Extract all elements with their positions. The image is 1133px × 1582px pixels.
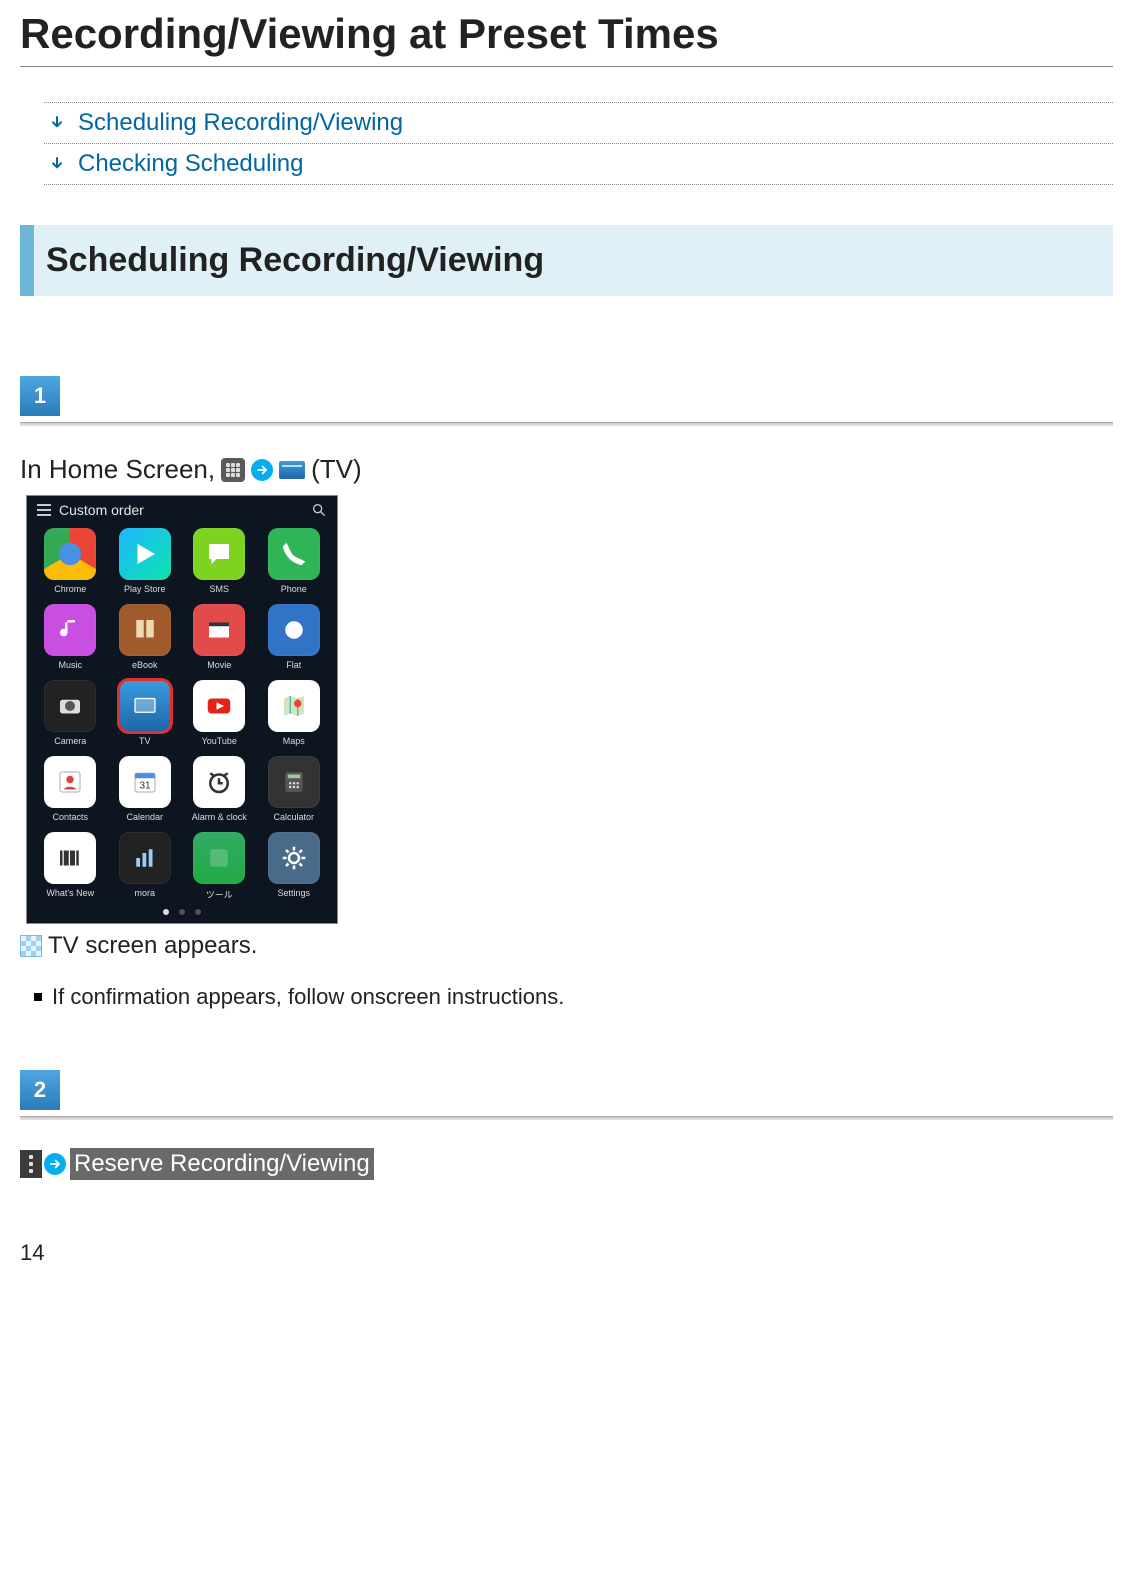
instr-suffix: (TV) xyxy=(311,454,362,485)
svg-text:31: 31 xyxy=(139,780,151,791)
app-label: ツール xyxy=(206,888,233,901)
app-label: eBook xyxy=(132,660,158,670)
section-header-scheduling: Scheduling Recording/Viewing xyxy=(20,225,1113,296)
search-icon xyxy=(311,502,327,518)
kebab-menu-icon xyxy=(20,1150,42,1178)
step1-result: TV screen appears. xyxy=(20,932,1113,960)
phone-screenshot: Custom order Chrome Play Store SMS Phone… xyxy=(26,495,338,924)
result-text: TV screen appears. xyxy=(48,932,257,960)
app-contacts: Contacts xyxy=(33,756,108,822)
app-calendar: 31 Calendar xyxy=(108,756,183,822)
app-label: Camera xyxy=(54,736,86,746)
toc-link-label: Scheduling Recording/Viewing xyxy=(78,109,403,137)
app-maps: Maps xyxy=(257,680,332,746)
app-label: Settings xyxy=(277,888,310,898)
app-chrome: Chrome xyxy=(33,528,108,594)
reserve-label: Reserve Recording/Viewing xyxy=(70,1148,374,1180)
app-label: What's New xyxy=(46,888,94,898)
note-item: If confirmation appears, follow onscreen… xyxy=(34,984,1113,1010)
app-flat: Flat xyxy=(257,604,332,670)
step-rule xyxy=(20,422,1113,426)
app-movie: Movie xyxy=(182,604,257,670)
toc-link-scheduling[interactable]: Scheduling Recording/Viewing xyxy=(44,102,1113,144)
app-calculator: Calculator xyxy=(257,756,332,822)
app-grid: Chrome Play Store SMS Phone Music eBook … xyxy=(27,522,337,901)
app-camera: Camera xyxy=(33,680,108,746)
step-badge-1: 1 xyxy=(20,376,60,416)
page-title: Recording/Viewing at Preset Times xyxy=(20,10,1113,58)
app-label: Movie xyxy=(207,660,231,670)
step-badge-2: 2 xyxy=(20,1070,60,1110)
result-checker-icon xyxy=(20,935,42,957)
app-whats-new: What's New xyxy=(33,832,108,901)
app-settings: Settings xyxy=(257,832,332,901)
app-label: Calendar xyxy=(126,812,163,822)
tv-icon xyxy=(279,461,305,479)
app-youtube: YouTube xyxy=(182,680,257,746)
arrow-right-circle-icon xyxy=(44,1153,66,1175)
menu-icon xyxy=(37,504,51,516)
app-label: Alarm & clock xyxy=(192,812,247,822)
note-text: If confirmation appears, follow onscreen… xyxy=(52,984,564,1010)
app-tools: ツール xyxy=(182,832,257,901)
step2-instruction: Reserve Recording/Viewing xyxy=(20,1148,1113,1180)
step-rule xyxy=(20,1116,1113,1120)
toc-link-label: Checking Scheduling xyxy=(78,150,303,178)
app-label: Phone xyxy=(281,584,307,594)
app-label: Play Store xyxy=(124,584,166,594)
page-number: 14 xyxy=(20,1240,1113,1266)
app-sms: SMS xyxy=(182,528,257,594)
app-label: Calculator xyxy=(273,812,314,822)
table-of-contents: Scheduling Recording/Viewing Checking Sc… xyxy=(44,102,1113,185)
app-play-store: Play Store xyxy=(108,528,183,594)
app-alarm: Alarm & clock xyxy=(182,756,257,822)
app-phone: Phone xyxy=(257,528,332,594)
arrow-right-circle-icon xyxy=(251,459,273,481)
app-ebook: eBook xyxy=(108,604,183,670)
step1-note-list: If confirmation appears, follow onscreen… xyxy=(34,984,1113,1010)
page-indicator xyxy=(27,901,337,917)
section-accent xyxy=(20,225,34,296)
app-label: YouTube xyxy=(202,736,237,746)
app-label: Contacts xyxy=(52,812,88,822)
step1-instruction: In Home Screen, (TV) xyxy=(20,454,1113,485)
section-title: Scheduling Recording/Viewing xyxy=(34,225,556,296)
topbar-label: Custom order xyxy=(59,502,144,518)
app-label: TV xyxy=(139,736,151,746)
app-label: mora xyxy=(134,888,155,898)
app-label: Music xyxy=(58,660,82,670)
title-rule xyxy=(20,66,1113,67)
app-label: Chrome xyxy=(54,584,86,594)
app-label: Maps xyxy=(283,736,305,746)
apps-grid-icon xyxy=(221,458,245,482)
phone-topbar: Custom order xyxy=(27,496,337,522)
app-tv-highlighted: TV xyxy=(108,680,183,746)
toc-link-checking[interactable]: Checking Scheduling xyxy=(44,143,1113,185)
instr-prefix: In Home Screen, xyxy=(20,454,215,485)
app-label: SMS xyxy=(209,584,229,594)
app-music: Music xyxy=(33,604,108,670)
app-mora: mora xyxy=(108,832,183,901)
arrow-down-icon xyxy=(48,155,66,173)
app-label: Flat xyxy=(286,660,301,670)
arrow-down-icon xyxy=(48,114,66,132)
